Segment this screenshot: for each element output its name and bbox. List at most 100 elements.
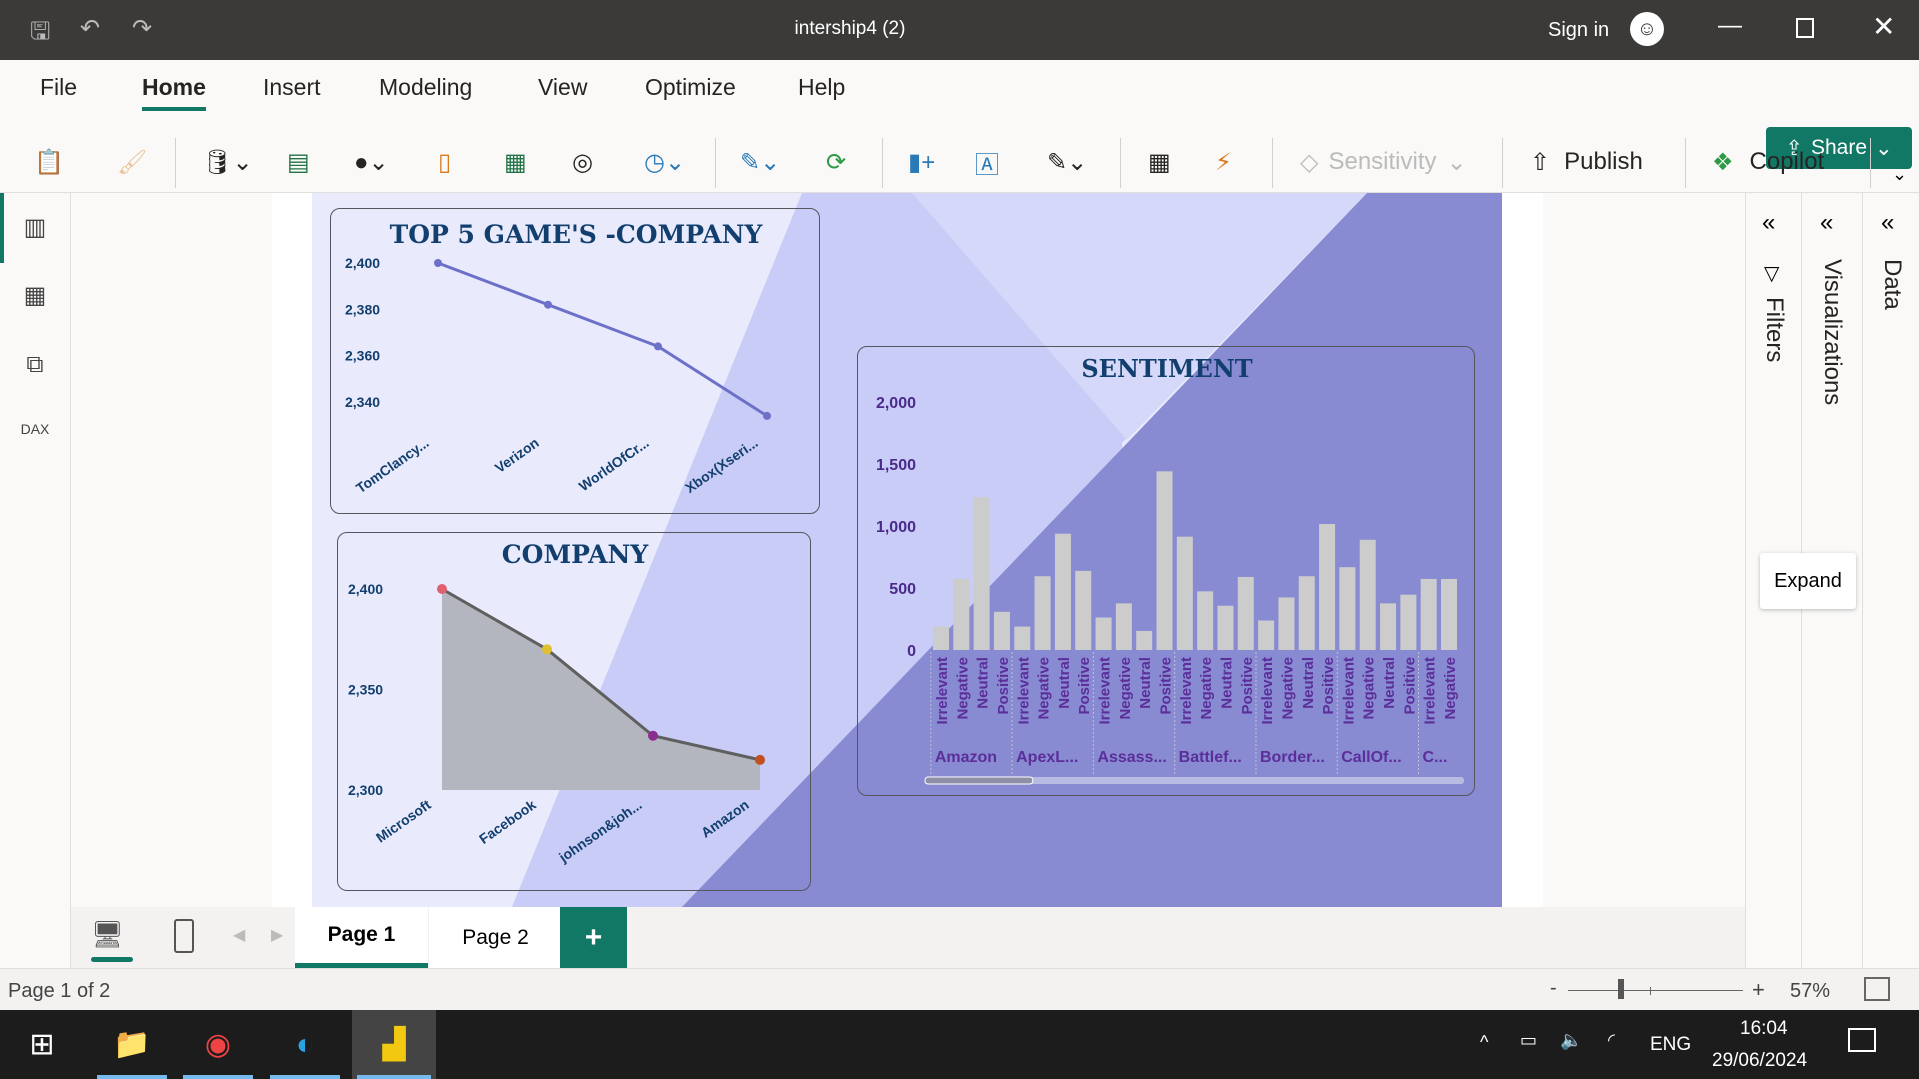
tab-help[interactable]: Help: [798, 74, 845, 101]
tab-home[interactable]: Home: [142, 74, 206, 111]
more-visuals-icon[interactable]: ✎⌄: [1047, 138, 1087, 186]
copilot-button[interactable]: ❖ Copilot: [1712, 138, 1824, 186]
x-tick-label: Negative: [1117, 657, 1134, 720]
language-indicator[interactable]: ENG: [1650, 1034, 1691, 1056]
powerbi-icon[interactable]: ▟: [352, 1010, 436, 1079]
sql-server-icon[interactable]: ▯: [438, 138, 451, 186]
model-view-icon[interactable]: ⧉: [18, 351, 52, 385]
y-tick-label: 2,380: [345, 301, 380, 317]
sensitivity-button[interactable]: ◇ Sensitivity ⌄: [1300, 138, 1467, 186]
data-point: [437, 584, 447, 594]
sentiment-bar-chart[interactable]: SENTIMENT 2,000 1,500 1,000 500 0 Irrelevant Ne…: [857, 346, 1475, 796]
group-label: Battlef...: [1179, 749, 1242, 766]
clock-date[interactable]: 29/06/2024: [1712, 1050, 1807, 1072]
recent-sources-icon[interactable]: ◷⌄: [644, 138, 685, 186]
bar: [1319, 524, 1336, 650]
close-button[interactable]: ✕: [1872, 10, 1895, 43]
status-bar: Page 1 of 2 - + 57%: [0, 968, 1919, 1010]
minimize-button[interactable]: —: [1718, 12, 1742, 40]
bar: [1298, 576, 1315, 650]
tab-modeling[interactable]: Modeling: [379, 74, 472, 101]
maximize-button[interactable]: [1796, 18, 1814, 38]
new-visual-icon[interactable]: ▮+: [908, 138, 935, 186]
volume-icon[interactable]: 🔈: [1560, 1030, 1582, 1051]
paste-icon[interactable]: 📋: [34, 138, 64, 186]
zoom-out-button[interactable]: -: [1550, 977, 1557, 1000]
transform-data-icon[interactable]: ✎⌄: [740, 138, 780, 186]
data-point: [755, 754, 765, 765]
group-label: ApexL...: [1016, 749, 1078, 766]
account-icon[interactable]: ☺: [1630, 12, 1664, 46]
data-label[interactable]: Data: [1878, 259, 1906, 310]
series-line: [437, 261, 768, 418]
notifications-icon[interactable]: [1848, 1028, 1876, 1052]
get-data-icon[interactable]: 🛢⌄: [202, 138, 253, 186]
excel-icon[interactable]: ▤: [287, 138, 310, 186]
visualizations-label[interactable]: Visualizations: [1818, 259, 1846, 405]
bar: [1359, 539, 1376, 650]
bar: [1258, 620, 1275, 650]
bar: [973, 497, 990, 650]
bar: [1380, 603, 1397, 650]
x-tick-label: TomClancy...: [353, 434, 432, 496]
dataverse-icon[interactable]: ◎: [572, 138, 593, 186]
page-info: Page 1 of 2: [8, 980, 111, 1002]
data-point: [434, 259, 442, 267]
desktop-layout-icon[interactable]: 🖥: [91, 919, 124, 950]
bar: [933, 626, 949, 650]
zoom-slider-thumb[interactable]: [1617, 979, 1624, 999]
text-box-icon[interactable]: 🄰: [975, 138, 999, 186]
company-area-chart[interactable]: COMPANY 2,400 2,350 2,300 Microsoft Facebook j…: [337, 532, 811, 891]
ribbon-expand-icon[interactable]: ⌄: [1892, 164, 1907, 185]
onelake-icon[interactable]: ●⌄: [354, 138, 389, 186]
table-view-icon[interactable]: ▦: [18, 281, 52, 315]
wifi-icon[interactable]: ◜: [1608, 1030, 1615, 1051]
collapse-visualizations-icon[interactable]: «: [1820, 209, 1833, 237]
chrome-icon[interactable]: ◉: [178, 1010, 258, 1079]
page-tab-2[interactable]: Page 2: [429, 907, 562, 968]
group-label: Border...: [1260, 749, 1325, 766]
zoom-slider[interactable]: [1568, 990, 1743, 991]
prev-page-icon[interactable]: ◀: [233, 925, 245, 945]
top5-games-line-chart[interactable]: TOP 5 GAME'S -COMPANY 2,400 2,380 2,360 2,34…: [330, 208, 820, 514]
dax-query-icon[interactable]: DAX: [18, 421, 52, 455]
file-explorer-icon[interactable]: 📁: [92, 1010, 172, 1079]
format-painter-icon[interactable]: 🖌: [117, 138, 147, 186]
add-page-button[interactable]: +: [560, 907, 627, 968]
edge-icon[interactable]: ◐: [265, 1010, 345, 1079]
tab-file[interactable]: File: [40, 74, 77, 101]
tab-view[interactable]: View: [538, 74, 587, 101]
collapse-data-icon[interactable]: «: [1881, 209, 1894, 237]
x-tick-label: Irrelevant: [1015, 657, 1032, 725]
mobile-layout-icon[interactable]: [174, 919, 194, 953]
data-point: [648, 730, 658, 741]
fit-to-page-icon[interactable]: [1864, 977, 1890, 1001]
next-page-icon[interactable]: ▶: [271, 925, 283, 945]
tab-optimize[interactable]: Optimize: [645, 74, 736, 101]
collapse-filters-icon[interactable]: «: [1762, 209, 1775, 237]
clock-time[interactable]: 16:04: [1740, 1018, 1788, 1040]
quick-measure-icon[interactable]: ⚡: [1215, 138, 1232, 186]
chart-title: COMPANY: [502, 540, 650, 569]
x-tick-label: Irrelevant: [1259, 657, 1276, 725]
page-tab-1[interactable]: Page 1: [295, 907, 428, 968]
tab-insert[interactable]: Insert: [263, 74, 321, 101]
zoom-in-button[interactable]: +: [1752, 977, 1765, 1003]
publish-button[interactable]: ⇧ Publish: [1530, 138, 1643, 186]
tray-overflow-icon[interactable]: ^: [1480, 1032, 1488, 1053]
refresh-icon[interactable]: ⟳: [826, 138, 846, 186]
scrollbar-thumb[interactable]: [924, 776, 1034, 785]
report-view-icon[interactable]: ▥: [18, 213, 52, 247]
x-tick-label: Verizon: [492, 434, 542, 476]
data-pane[interactable]: « Data: [1862, 193, 1919, 968]
x-tick-label: Amazon: [698, 796, 752, 840]
x-tick-label: Neutral: [1300, 657, 1317, 709]
windows-start-icon[interactable]: ⊞: [2, 1010, 82, 1079]
sign-in-link[interactable]: Sign in: [1548, 19, 1609, 42]
chart-title: TOP 5 GAME'S -COMPANY: [390, 220, 764, 249]
enter-data-icon[interactable]: ▦: [504, 138, 527, 186]
battery-icon[interactable]: ▭: [1520, 1030, 1537, 1051]
new-measure-icon[interactable]: ▦: [1148, 138, 1171, 186]
filters-label[interactable]: Filters: [1760, 297, 1788, 362]
x-tick-label: Neutral: [1056, 657, 1073, 709]
